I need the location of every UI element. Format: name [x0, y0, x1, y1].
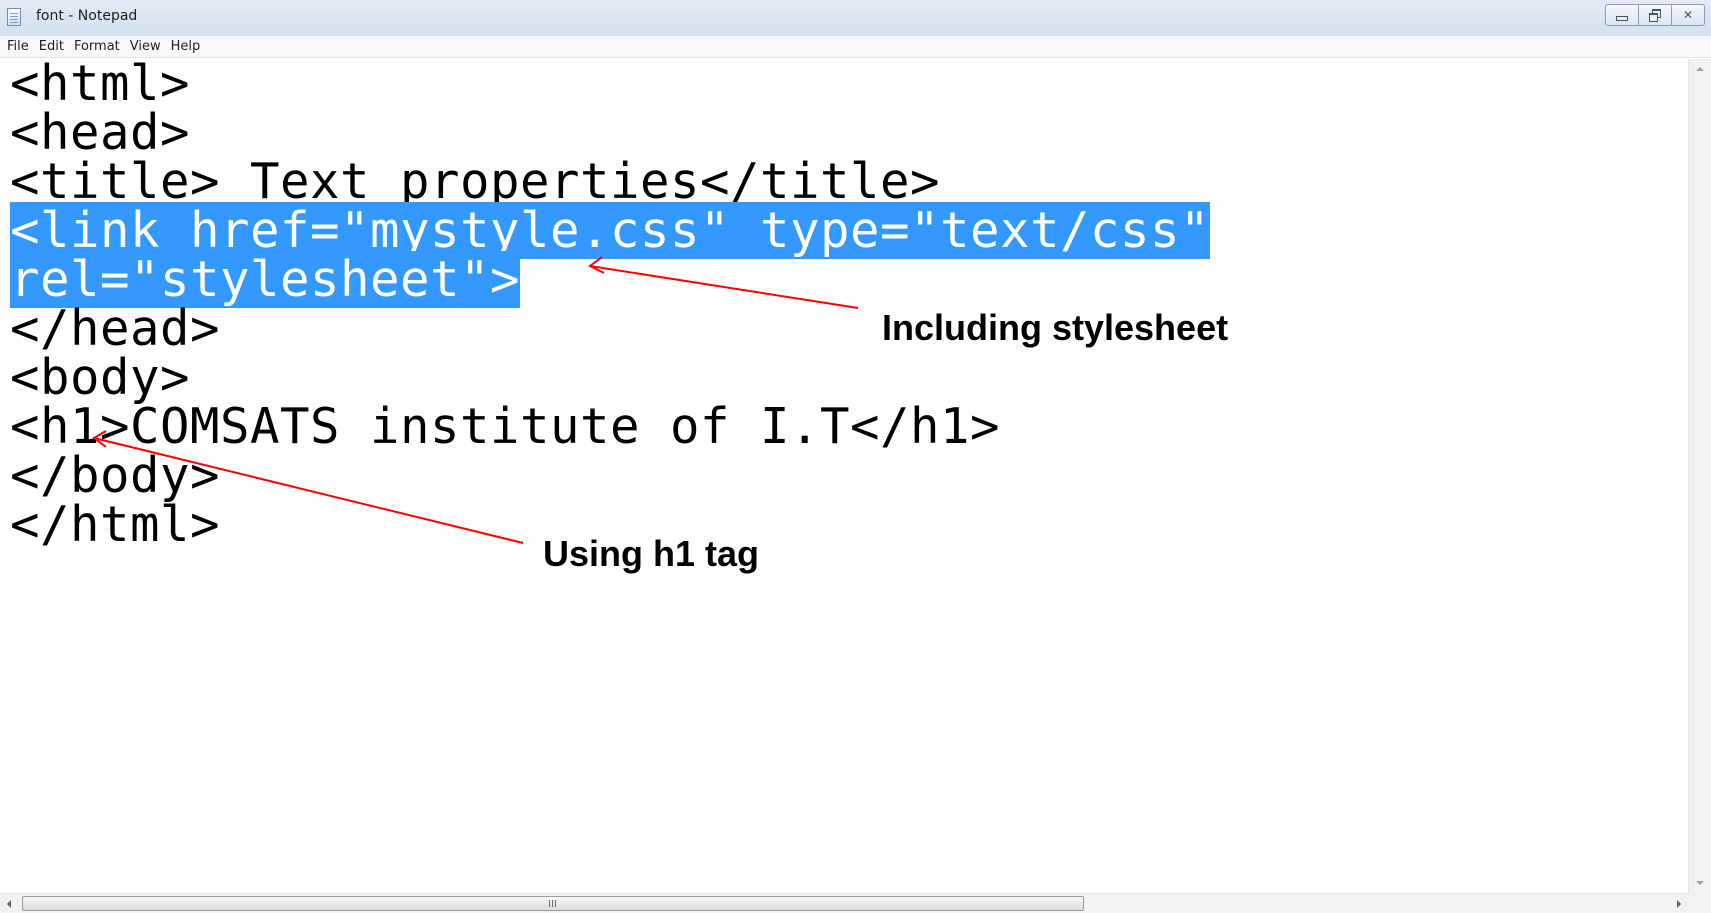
close-icon: ✕: [1682, 8, 1694, 22]
restore-button[interactable]: [1638, 4, 1672, 26]
text-editor[interactable]: <html> <head> <title> Text properties</tit…: [0, 59, 1688, 893]
close-button[interactable]: ✕: [1671, 4, 1705, 26]
window-controls: ✕: [1605, 4, 1705, 26]
code-line: <head>: [10, 104, 191, 161]
code-line: </body>: [10, 447, 221, 504]
horizontal-scrollbar[interactable]: [0, 893, 1688, 913]
code-line: <body>: [10, 349, 191, 406]
notepad-icon[interactable]: [7, 8, 21, 26]
notepad-window: font - Notepad ✕ File Edit Format View H…: [0, 0, 1711, 913]
vertical-scrollbar[interactable]: [1688, 59, 1711, 893]
menu-edit[interactable]: Edit: [34, 39, 69, 54]
window-title: font - Notepad: [36, 8, 138, 24]
annotation-including-stylesheet: Including stylesheet: [882, 307, 1229, 348]
code-line-selected: <link href="mystyle.css" type="text/css": [10, 202, 1211, 259]
restore-icon: [1649, 9, 1661, 22]
scrollbar-corner: [1688, 893, 1711, 913]
menu-help[interactable]: Help: [166, 39, 206, 54]
annotation-using-h1-tag: Using h1 tag: [543, 533, 760, 574]
code-text[interactable]: <html> <head> <title> Text properties</tit…: [10, 59, 1211, 549]
scroll-up-icon[interactable]: [1696, 67, 1704, 71]
code-line: <h1>COMSATS institute of I.T</h1>: [10, 398, 1001, 455]
horizontal-scroll-thumb[interactable]: [22, 896, 1084, 911]
menu-view[interactable]: View: [125, 39, 166, 54]
code-line: <title> Text properties</title>: [10, 153, 941, 210]
code-line-selected: rel="stylesheet">: [10, 251, 1210, 308]
code-line: <html>: [10, 59, 191, 112]
menu-file[interactable]: File: [2, 39, 34, 54]
minimize-icon: [1616, 15, 1628, 21]
scroll-left-icon[interactable]: [7, 900, 11, 908]
scroll-down-icon[interactable]: [1696, 881, 1704, 885]
minimize-button[interactable]: [1605, 4, 1639, 26]
menu-format[interactable]: Format: [69, 39, 125, 54]
grip-icon: [549, 900, 557, 907]
menu-bar: File Edit Format View Help: [0, 36, 1711, 58]
title-bar[interactable]: font - Notepad ✕: [0, 0, 1711, 37]
scroll-right-icon[interactable]: [1677, 900, 1681, 908]
